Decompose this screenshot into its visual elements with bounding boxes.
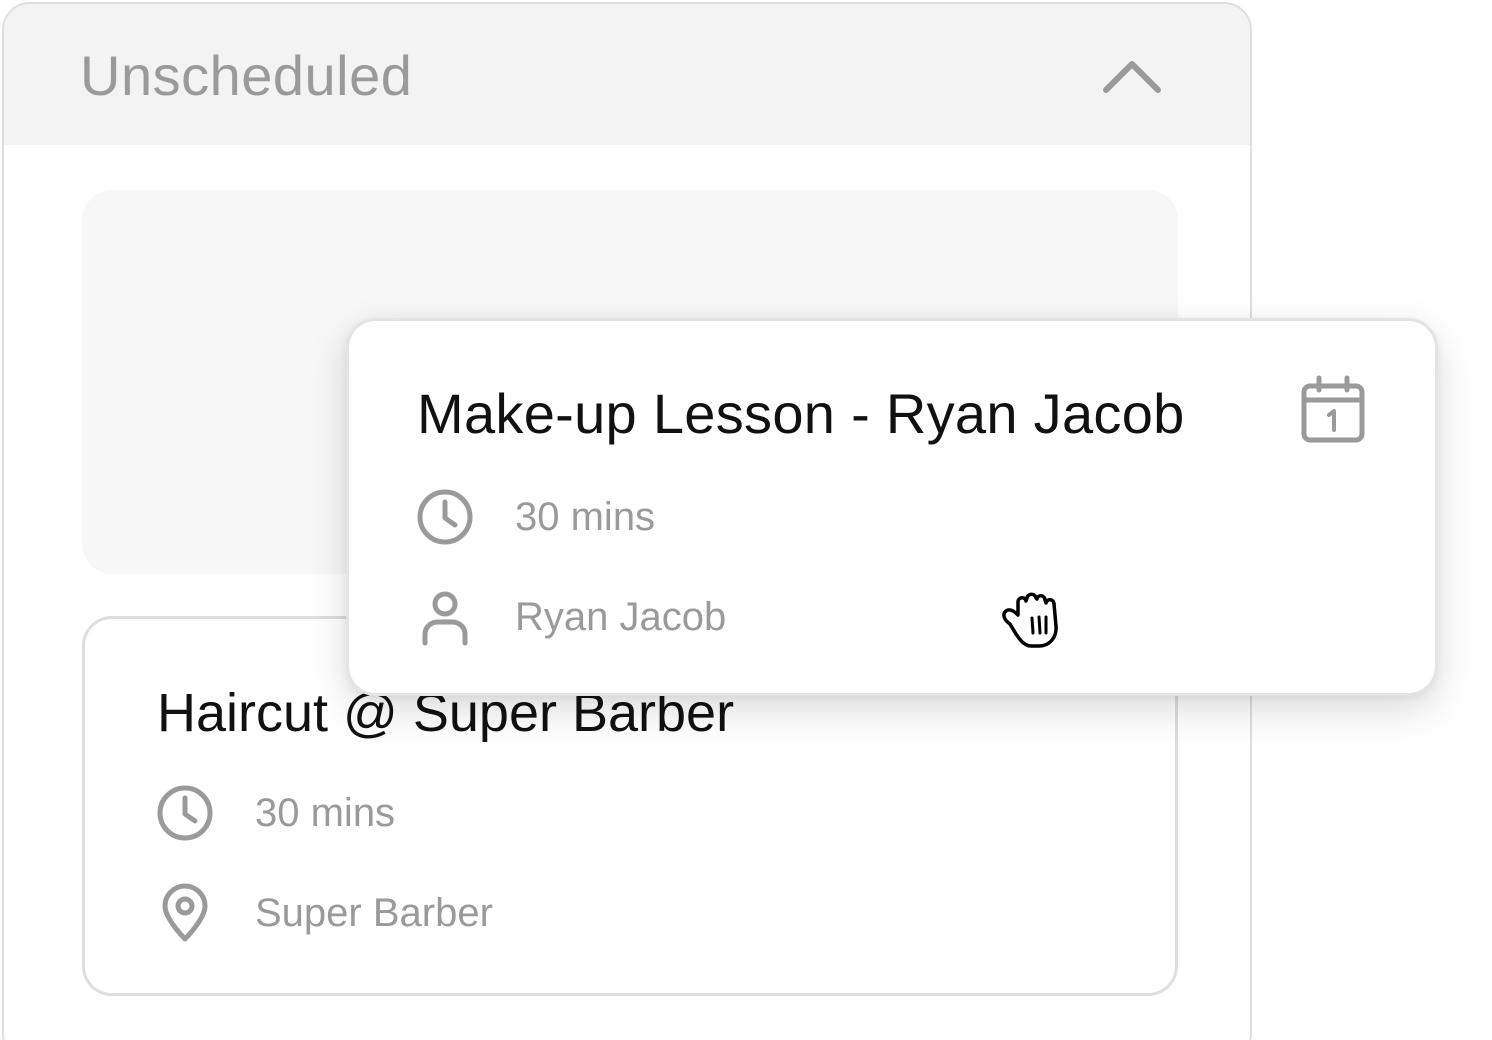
duration-text: 30 mins [255,791,396,835]
panel-header[interactable]: Unscheduled [4,4,1250,145]
dragged-event-card[interactable]: Make-up Lesson - Ryan Jacob 30 mins Ryan… [346,318,1438,696]
unscheduled-board: Unscheduled Haircut @ Super Barber 30 mi… [0,0,1492,1040]
duration-row: 30 mins [415,487,655,547]
location-row: Super Barber [155,883,493,943]
dragged-card-title: Make-up Lesson - Ryan Jacob [417,382,1185,445]
clock-icon [155,783,215,843]
panel-title: Unscheduled [80,44,413,107]
person-text: Ryan Jacob [515,595,727,639]
schedule-button[interactable] [1299,375,1367,445]
clock-icon [415,487,475,547]
grab-hand-cursor-icon [998,584,1070,656]
person-row: Ryan Jacob [415,587,726,647]
chevron-up-icon [1103,61,1161,93]
duration-row: 30 mins [155,783,395,843]
calendar-icon [1301,375,1365,443]
collapse-button[interactable] [1094,44,1170,108]
duration-text: 30 mins [515,495,656,539]
location-text: Super Barber [255,891,493,935]
location-pin-icon [155,883,215,943]
person-icon [415,587,475,647]
